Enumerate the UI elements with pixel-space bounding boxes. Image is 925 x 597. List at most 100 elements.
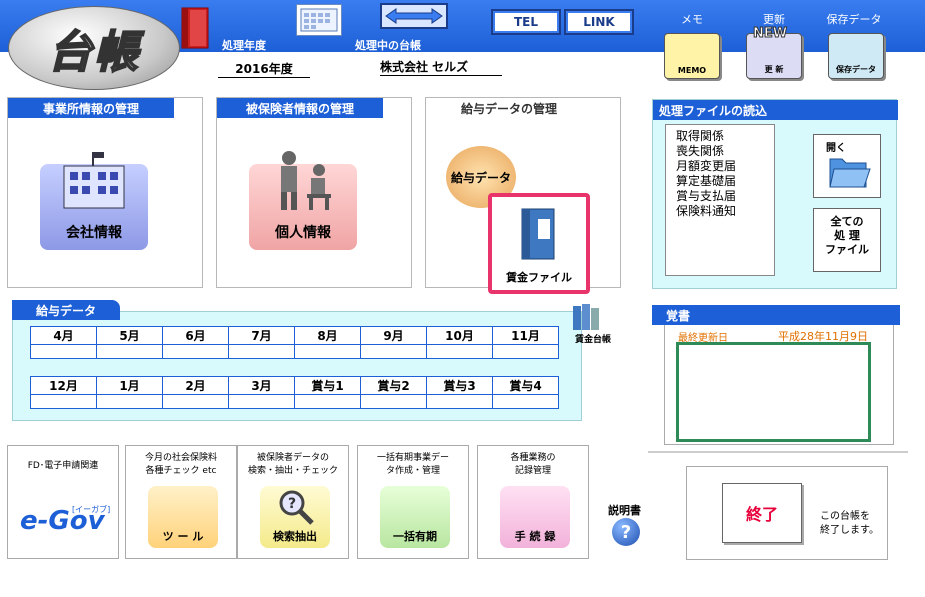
wage-ledger-button[interactable]: 賃金台帳 [565,302,621,346]
value-cell[interactable] [492,344,559,359]
year-label: 処理年度 [222,39,266,52]
records-icon: 手 続 録 [500,486,570,548]
memo-button[interactable]: MEMO [664,33,720,79]
month-cell[interactable]: 9月 [360,326,427,345]
update-button[interactable]: NEW 更 新 [746,26,802,79]
saved-data-icon: 保存データ [836,65,876,74]
file-item[interactable]: 保険料通知 [676,204,764,219]
personal-info-button[interactable]: 個人情報 [249,151,357,250]
bonus-cell[interactable]: 賞与2 [360,376,427,395]
value-cell[interactable] [30,394,97,409]
months-table-2: 12月 1月 2月 3月 賞与1 賞与2 賞与3 賞与4 [30,376,559,409]
value-cell[interactable] [294,394,361,409]
month-cell[interactable]: 4月 [30,326,97,345]
records-card[interactable]: 各種業務の 記録管理 手 続 録 [477,445,589,559]
all-files-label-3: ファイル [825,243,869,256]
notes-textarea[interactable] [676,342,871,442]
files-panel: 処理ファイルの読込 取得関係 喪失関係 月額変更届 算定基礎届 賞与支払届 保険… [652,99,898,289]
salary-panel-title: 給与データの管理 [460,101,557,116]
value-cell[interactable] [30,344,97,359]
month-cell[interactable]: 11月 [492,326,559,345]
value-cell[interactable] [426,344,493,359]
value-cell[interactable] [294,344,361,359]
company-name: 株式会社 セルズ [380,58,502,76]
month-cell[interactable]: 3月 [228,376,295,395]
tel-button[interactable]: TEL [491,9,561,35]
value-cell[interactable] [96,344,163,359]
search-card[interactable]: 被保険者データの 検索・抽出・チェック ? 検索抽出 [237,445,349,559]
wage-file-button[interactable]: 賃金ファイル [488,193,590,294]
office-panel: 事業所情報の管理 会社情報 [7,97,203,288]
binder-icon [521,208,555,260]
tools-card[interactable]: 今月の社会保険料 各種チェック etc ツ ー ル [125,445,237,559]
insured-panel-title: 被保険者情報の管理 [217,98,383,118]
egov-card-text: FD･電子申請関連 [27,461,99,471]
manual-label: 説明書 [608,504,641,517]
month-cell[interactable]: 12月 [30,376,97,395]
file-item[interactable]: 喪失関係 [676,144,764,159]
records-card-text: 各種業務の 記録管理 [510,453,556,476]
egov-card[interactable]: FD･電子申請関連 e-Gov [イーガブ] [7,445,119,559]
calendar-icon[interactable] [296,4,342,36]
office-panel-title: 事業所情報の管理 [8,98,174,118]
link-button[interactable]: LINK [564,9,634,35]
egov-logo-sub: [イーガブ] [72,505,111,514]
ledger-label: 処理中の台帳 [355,39,421,52]
value-cell[interactable] [492,394,559,409]
notes-title: 覚書 [666,308,691,323]
bonus-cell[interactable]: 賞与4 [492,376,559,395]
switch-arrows-button[interactable] [380,3,448,29]
logo-text: 台帳 [47,26,140,79]
update-label: 更新 [763,13,785,26]
month-cell[interactable]: 8月 [294,326,361,345]
value-cell[interactable] [228,344,295,359]
value-cell[interactable] [360,394,427,409]
month-cell[interactable]: 1月 [96,376,163,395]
value-cell[interactable] [360,344,427,359]
bonus-cell[interactable]: 賞与3 [426,376,493,395]
personal-info-label: 個人情報 [275,225,331,241]
divider [648,451,908,453]
new-badge: NEW [752,26,788,42]
notes-title-bar: 覚書 [652,305,900,325]
tools-card-text: 今月の社会保険料 各種チェック etc [144,453,217,476]
value-cell[interactable] [426,394,493,409]
company-info-label: 会社情報 [66,225,122,241]
salary-data-label: 給与データ [450,170,511,185]
company-info-button[interactable]: 会社情報 [40,152,148,250]
files-list[interactable]: 取得関係 喪失関係 月額変更届 算定基礎届 賞与支払届 保険料通知 [665,124,775,276]
svg-text:?: ? [288,496,296,512]
month-cell[interactable]: 7月 [228,326,295,345]
people-icon [281,151,331,210]
bulk-period-card-text: 一括有期事業デー タ作成・管理 [376,453,449,476]
file-item[interactable]: 賞与支払届 [676,189,764,204]
file-item[interactable]: 取得関係 [676,129,764,144]
saved-data-button[interactable]: 保存データ [828,33,884,79]
month-cell[interactable]: 6月 [162,326,229,345]
exit-button[interactable]: 終了 [722,483,802,543]
saved-data-label: 保存データ [826,13,882,26]
insured-panel: 被保険者情報の管理 個人情報 [216,97,412,288]
value-cell[interactable] [162,394,229,409]
memo-label: メモ [681,13,703,26]
all-files-label-1: 全ての [830,215,864,228]
value-cell[interactable] [228,394,295,409]
help-icon[interactable]: ? [612,518,640,546]
value-cell[interactable] [96,394,163,409]
all-files-button[interactable]: 全ての 処 理 ファイル [813,208,881,272]
files-panel-title: 処理ファイルの読込 [653,100,898,120]
shovel-icon: 一括有期 [380,486,450,548]
bulk-period-card[interactable]: 一括有期事業デー タ作成・管理 一括有期 [357,445,469,559]
bonus-cell[interactable]: 賞与1 [294,376,361,395]
month-cell[interactable]: 5月 [96,326,163,345]
magnifier-icon: ? [279,490,314,525]
wage-ledger-label: 賃金台帳 [575,335,612,345]
value-cell[interactable] [162,344,229,359]
open-button[interactable]: 開く [813,134,881,198]
file-item[interactable]: 月額変更届 [676,159,764,174]
update-icon: 更 新 [764,65,784,74]
file-item[interactable]: 算定基礎届 [676,174,764,189]
month-cell[interactable]: 2月 [162,376,229,395]
salary-grid-title: 給与データ [12,300,120,320]
month-cell[interactable]: 10月 [426,326,493,345]
